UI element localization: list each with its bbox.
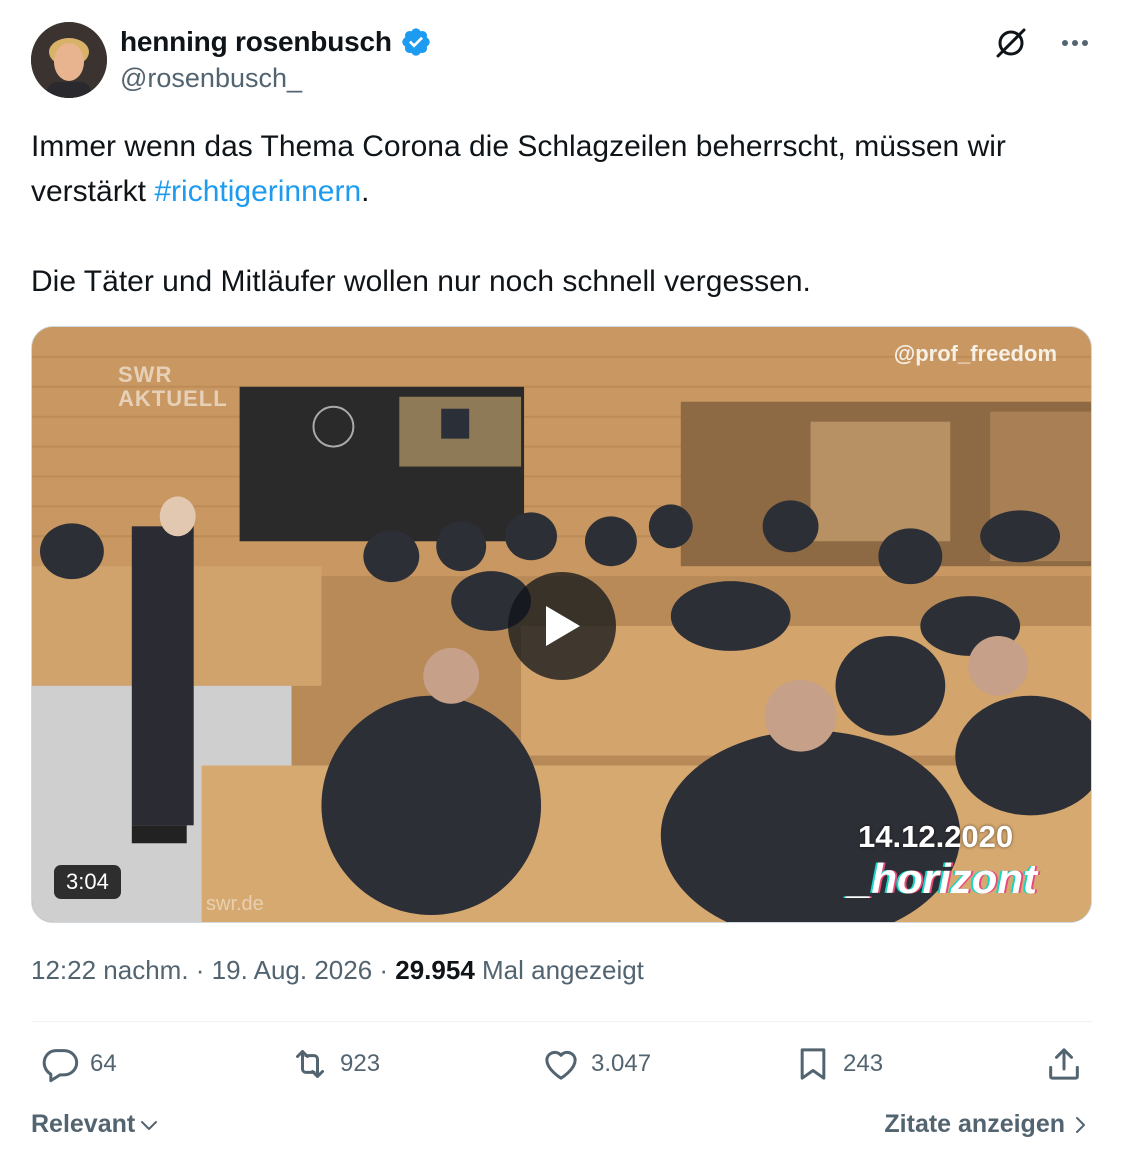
watermark-swr-line-1: SWR (118, 362, 173, 387)
share-icon (1049, 1048, 1079, 1080)
like-count: 3.047 (591, 1050, 652, 1077)
reply-button[interactable]: 64 (40, 1044, 117, 1084)
tweet-text-line-3: Die Täter und Mitläufer wollen nur noch … (31, 265, 811, 298)
reply-sort-dropdown[interactable]: Relevant (31, 1110, 159, 1139)
author-name-row[interactable]: henning rosenbusch (120, 26, 432, 58)
view-quotes-link[interactable]: Zitate anzeigen (884, 1110, 1089, 1139)
verified-badge-icon (402, 28, 430, 56)
repost-button[interactable]: 923 (290, 1044, 380, 1084)
tweet-time[interactable]: 12:22 nachm. (31, 955, 189, 985)
meta-separator-2: · (372, 955, 396, 985)
divider (31, 1021, 1093, 1022)
chevron-down-icon (141, 1120, 158, 1130)
views-count: 29.954 (395, 955, 475, 985)
watermark-swr-line-2: AKTUELL (118, 386, 228, 411)
tweet-text: Immer wenn das Thema Corona die Schlagze… (31, 124, 1101, 304)
bookmark-button[interactable]: 243 (793, 1044, 883, 1084)
tweet-text-line-2: verstärkt #richtigerinnern. (31, 169, 1101, 214)
meta-separator-1: · (188, 955, 212, 985)
tweet-text-line-1: Immer wenn das Thema Corona die Schlagze… (31, 130, 1006, 163)
play-icon (546, 606, 580, 646)
watermark-date: 14.12.2020 (858, 819, 1014, 854)
grok-icon (996, 28, 1026, 58)
grok-button[interactable] (993, 25, 1029, 61)
repost-icon (296, 1050, 324, 1078)
tweet-text-line-2-prefix: verstärkt (31, 175, 155, 208)
like-button[interactable]: 3.047 (541, 1044, 651, 1084)
tweet-text-line-2-suffix: . (361, 175, 370, 208)
author-display-name[interactable]: henning rosenbusch (120, 26, 392, 58)
tweet-header-actions (993, 25, 1093, 61)
reply-icon (42, 1049, 79, 1083)
heart-icon (545, 1050, 577, 1080)
bookmark-count: 243 (843, 1050, 884, 1077)
watermark-horizont: _horizont (848, 855, 1037, 902)
hashtag-link[interactable]: #richtigerinnern (154, 175, 361, 208)
watermark-swr: SWR AKTUELL (118, 363, 228, 411)
views-label: Mal angezeigt (474, 955, 644, 985)
author-avatar[interactable] (31, 22, 107, 98)
more-options-button[interactable] (1057, 25, 1093, 61)
tweet-meta: 12:22 nachm. · 19. Aug. 2026 · 29.954 Ma… (31, 955, 644, 986)
video-player[interactable]: SWR AKTUELL @prof_freedom 14.12.2020 _ho… (31, 326, 1092, 923)
reply-sort-label: Relevant (31, 1110, 136, 1138)
repost-count: 923 (340, 1050, 381, 1077)
share-button[interactable] (1044, 1044, 1084, 1084)
reply-count: 64 (90, 1050, 117, 1077)
chevron-right-icon (1076, 1116, 1085, 1133)
tweet-date[interactable]: 19. Aug. 2026 (212, 955, 372, 985)
view-quotes-label: Zitate anzeigen (884, 1110, 1065, 1138)
author-handle[interactable]: @rosenbusch_ (120, 63, 302, 94)
watermark-swr-de: swr.de (206, 893, 264, 915)
more-dots-icon (1062, 40, 1088, 46)
bookmark-icon (800, 1048, 826, 1080)
watermark-prof-freedom: @prof_freedom (893, 341, 1057, 366)
avatar-image (31, 22, 107, 98)
play-button[interactable] (508, 572, 616, 680)
video-duration-badge: 3:04 (54, 865, 121, 899)
tweet-action-bar: 64 923 3.047 243 (0, 1044, 1123, 1090)
